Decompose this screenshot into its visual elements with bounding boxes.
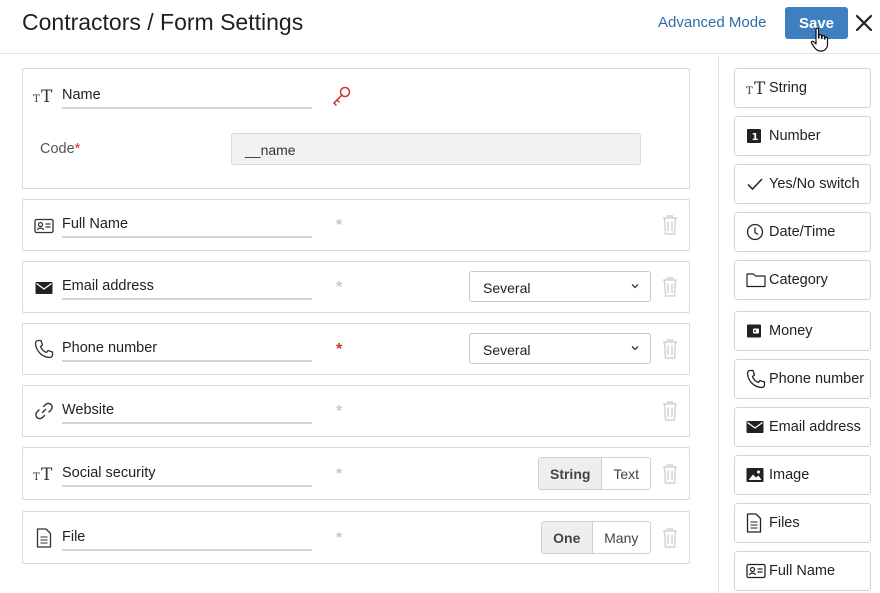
envelope-icon	[33, 278, 55, 298]
file-icon	[746, 513, 768, 533]
required-toggle[interactable]: *	[336, 279, 342, 297]
field-name-input[interactable]: Name	[62, 81, 312, 109]
key-icon	[332, 86, 351, 106]
palette-item-number[interactable]: 1 Number	[734, 116, 871, 156]
image-icon	[746, 465, 768, 485]
select-value: Several	[483, 280, 531, 296]
string-icon: TT	[33, 464, 55, 484]
string-icon: TT	[746, 78, 768, 98]
svg-text:T: T	[746, 86, 753, 97]
toggle-option-string[interactable]: String	[539, 458, 603, 489]
trash-icon[interactable]	[661, 276, 679, 298]
field-card-full-name[interactable]: Full Name *	[22, 199, 690, 251]
wallet-icon	[746, 321, 768, 341]
palette-item-yes-no-switch[interactable]: Yes/No switch	[734, 164, 871, 204]
number-icon: 1	[746, 126, 768, 146]
phone-icon	[746, 369, 768, 389]
field-name-input[interactable]: Phone number	[62, 334, 312, 362]
code-input[interactable]: __name	[231, 133, 641, 165]
field-name-input[interactable]: Website	[62, 396, 312, 424]
palette-item-files[interactable]: Files	[734, 503, 871, 543]
palette-item-label: Category	[769, 272, 828, 288]
field-card-email[interactable]: Email address * Several	[22, 261, 690, 313]
file-icon	[33, 528, 55, 548]
field-name-input[interactable]: Full Name	[62, 210, 312, 238]
folder-icon	[746, 270, 768, 290]
palette-item-date-time[interactable]: Date/Time	[734, 212, 871, 252]
trash-icon[interactable]	[661, 338, 679, 360]
trash-icon[interactable]	[661, 527, 679, 549]
required-toggle[interactable]: *	[336, 217, 342, 235]
field-card-social-security[interactable]: TT Social security * String Text	[22, 447, 690, 500]
palette-item-email-address[interactable]: Email address	[734, 407, 871, 447]
svg-text:T: T	[41, 465, 53, 483]
palette-item-full-name[interactable]: Full Name	[734, 551, 871, 591]
palette-item-label: Image	[769, 467, 810, 483]
field-name-input[interactable]: Email address	[62, 272, 312, 300]
palette-item-label: Phone number	[769, 371, 865, 387]
multiplicity-select[interactable]: Several	[469, 271, 651, 302]
check-icon	[746, 174, 768, 194]
close-icon[interactable]	[853, 12, 875, 34]
palette-item-label: Files	[769, 515, 800, 531]
toggle-option-one[interactable]: One	[542, 522, 593, 553]
trash-icon[interactable]	[661, 400, 679, 422]
advanced-mode-link[interactable]: Advanced Mode	[658, 14, 766, 31]
field-name-input[interactable]: Social security	[62, 459, 312, 487]
field-card-website[interactable]: Website *	[22, 385, 690, 437]
trash-icon[interactable]	[661, 463, 679, 485]
svg-text:T: T	[33, 472, 40, 483]
code-label-text: Code	[40, 141, 75, 157]
trash-icon[interactable]	[661, 214, 679, 236]
palette-item-image[interactable]: Image	[734, 455, 871, 495]
field-card-phone[interactable]: Phone number * Several	[22, 323, 690, 375]
palette-item-category[interactable]: Category	[734, 260, 871, 300]
one-many-toggle: One Many	[541, 521, 651, 554]
multiplicity-select[interactable]: Several	[469, 333, 651, 364]
string-text-toggle: String Text	[538, 457, 651, 490]
field-type-palette: TT String 1 Number Yes/No switch Date/Ti…	[718, 55, 880, 593]
field-card-file[interactable]: File * One Many	[22, 511, 690, 564]
chevron-down-icon	[631, 284, 639, 289]
palette-item-label: Email address	[769, 419, 861, 435]
palette-item-label: Full Name	[769, 563, 836, 579]
code-label: Code*	[40, 141, 80, 157]
page-title: Contractors / Form Settings	[22, 9, 304, 35]
palette-item-phone-number[interactable]: Phone number	[734, 359, 871, 399]
palette-item-money[interactable]: Money	[734, 311, 871, 351]
required-toggle[interactable]: *	[336, 530, 342, 548]
svg-text:1: 1	[752, 132, 759, 143]
toggle-option-many[interactable]: Many	[593, 522, 650, 553]
field-name-input[interactable]: File	[62, 523, 312, 551]
palette-item-label: Number	[769, 128, 821, 144]
phone-icon	[33, 339, 55, 359]
header: Contractors / Form Settings Advanced Mod…	[0, 0, 880, 54]
palette-item-label: String	[769, 80, 807, 96]
required-toggle[interactable]: *	[336, 341, 342, 359]
svg-text:T: T	[754, 79, 766, 97]
palette-item-label: Money	[769, 323, 813, 339]
link-icon	[33, 401, 55, 421]
chevron-down-icon	[631, 346, 639, 351]
required-toggle[interactable]: *	[336, 466, 342, 484]
field-card-name[interactable]: TT Name Code* __name	[22, 68, 690, 189]
clock-icon	[746, 222, 768, 242]
required-toggle[interactable]: *	[336, 403, 342, 421]
palette-item-string[interactable]: TT String	[734, 68, 871, 108]
required-mark: *	[74, 141, 81, 157]
palette-item-label: Yes/No switch	[769, 176, 860, 192]
envelope-icon	[746, 417, 768, 437]
palette-item-label: Date/Time	[769, 224, 836, 240]
id-card-icon	[746, 561, 768, 581]
svg-text:T: T	[41, 87, 53, 105]
hand-cursor-icon	[810, 27, 829, 52]
select-value: Several	[483, 342, 531, 358]
svg-text:T: T	[33, 94, 40, 105]
id-card-icon	[33, 216, 55, 236]
string-icon: TT	[33, 86, 55, 106]
toggle-option-text[interactable]: Text	[602, 458, 650, 489]
form-fields-area: TT Name Code* __name Full Name * Email a…	[0, 55, 718, 593]
